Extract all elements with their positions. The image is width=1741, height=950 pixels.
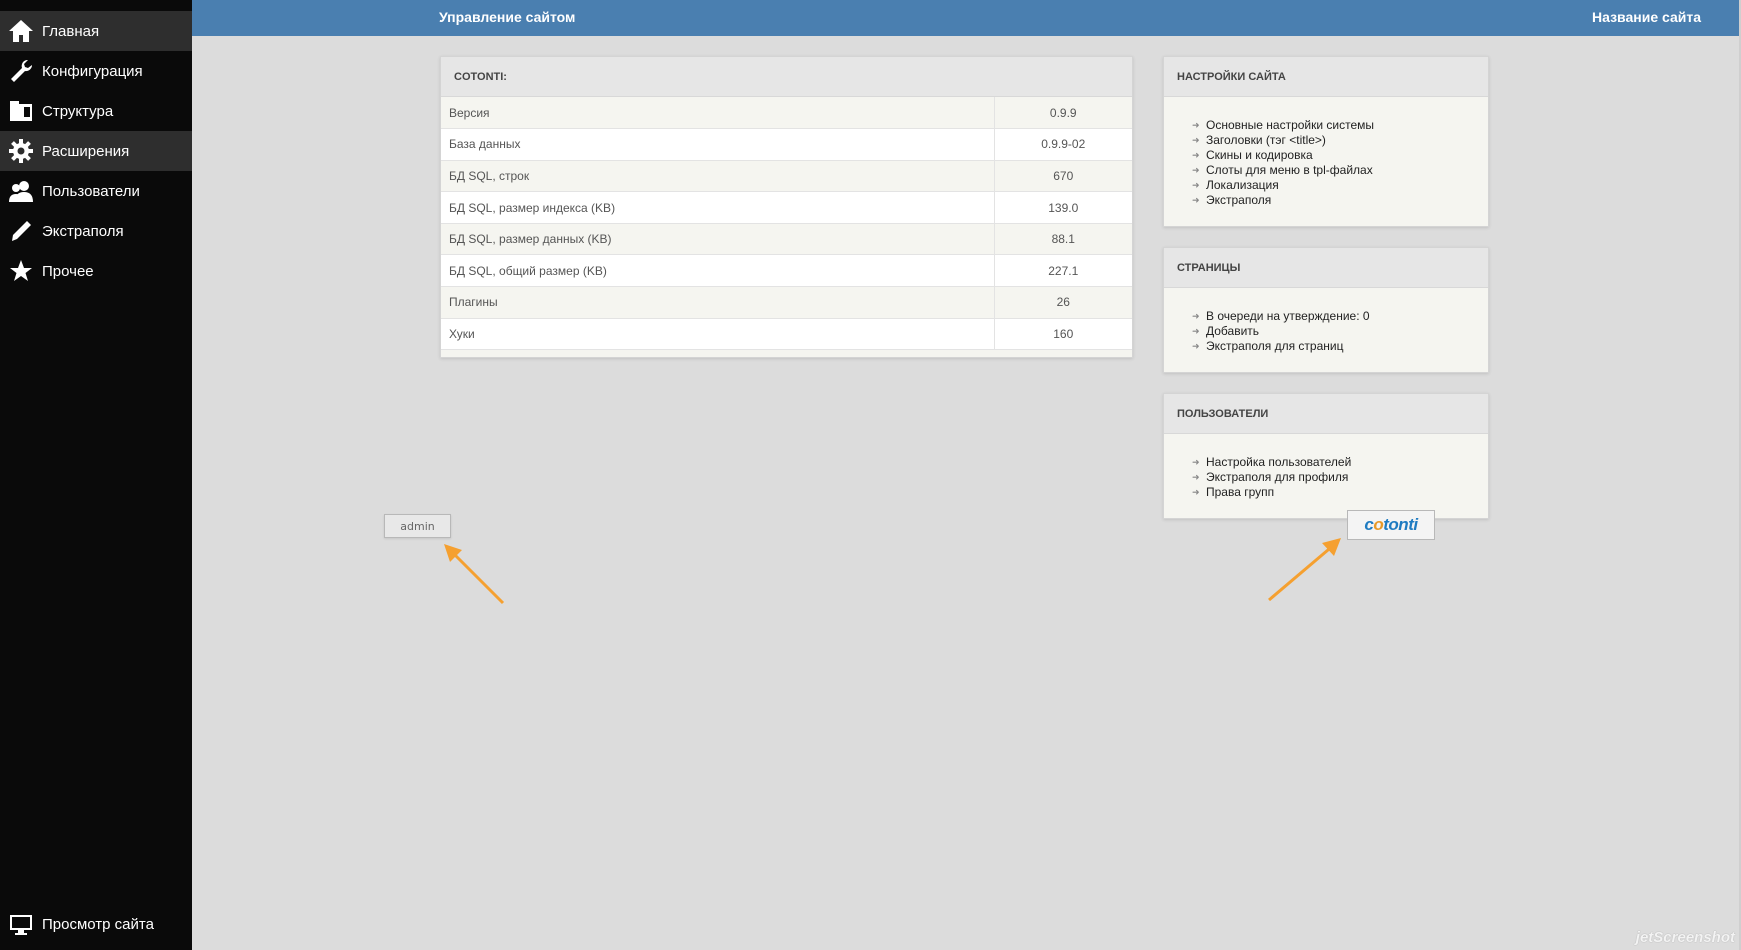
annotation-arrow-logo (1268, 538, 1341, 602)
users-links: ➜ Настройка пользователей ➜ Экстраполя для… (1164, 434, 1488, 500)
row-value: 139.0 (993, 191, 1132, 224)
arrow-right-icon: ➜ (1192, 165, 1200, 175)
info-table: Версия 0.9.9 База данных 0.9.9-02 БД SQL, … (441, 97, 1132, 351)
sidebar-item-label: Главная (42, 22, 100, 40)
watermark: jetScreenshot (1635, 929, 1735, 946)
table-row: БД SQL, размер индекса (KB) 139.0 (441, 191, 1132, 224)
row-value: 227.1 (993, 254, 1132, 288)
header-bar: Управление сайтом Название сайта (192, 0, 1741, 36)
sidebar-item-view-site[interactable]: Просмотр сайта (0, 904, 192, 944)
pages-panel: СТРАНИЦЫ ➜ В очереди на утверждение: 0 ➜ Д… (1163, 247, 1489, 373)
link-skins[interactable]: ➜ Скины и кодировка (1192, 148, 1488, 163)
row-label: БД SQL, размер индекса (KB) (441, 191, 994, 224)
table-row: Версия 0.9.9 (441, 97, 1132, 130)
link-main-settings[interactable]: ➜ Основные настройки системы (1192, 118, 1488, 133)
star-icon (0, 251, 42, 291)
admin-button[interactable]: admin (384, 514, 451, 538)
sidebar: Главная Конфигурация Структура Расширени… (0, 0, 192, 950)
arrow-right-icon: ➜ (1192, 311, 1200, 321)
page-title: Управление сайтом (439, 9, 576, 25)
arrow-right-icon: ➜ (1192, 341, 1200, 351)
table-row: База данных 0.9.9-02 (441, 128, 1132, 161)
cotonti-logo[interactable]: c o tonti (1347, 510, 1435, 540)
arrow-right-icon: ➜ (1192, 180, 1200, 190)
link-localization[interactable]: ➜ Локализация (1192, 178, 1488, 193)
sidebar-item-label: Структура (42, 102, 114, 120)
panel-title: ПОЛЬЗОВАТЕЛИ (1164, 394, 1488, 434)
panel-title: СТРАНИЦЫ (1164, 248, 1488, 288)
users-icon (0, 171, 42, 211)
row-label: База данных (441, 128, 994, 161)
row-value: 0.9.9-02 (993, 128, 1132, 161)
gear-icon (0, 131, 42, 171)
site-settings-panel: НАСТРОЙКИ САЙТА ➜ Основные настройки сист… (1163, 56, 1489, 227)
link-titles[interactable]: ➜ Заголовки (тэг <title>) (1192, 133, 1488, 148)
row-label: БД SQL, общий размер (KB) (441, 254, 994, 288)
table-row: БД SQL, размер данных (KB) 88.1 (441, 223, 1132, 256)
link-user-settings[interactable]: ➜ Настройка пользователей (1192, 455, 1488, 470)
table-row: Хуки 160 (441, 318, 1132, 351)
pencil-icon (0, 211, 42, 251)
link-group-rights[interactable]: ➜ Права групп (1192, 485, 1488, 500)
settings-links: ➜ Основные настройки системы ➜ Заголовки (… (1164, 97, 1488, 208)
table-row: БД SQL, общий размер (KB) 227.1 (441, 254, 1132, 288)
pages-links: ➜ В очереди на утверждение: 0 ➜ Добавить ➜… (1164, 288, 1488, 354)
arrow-right-icon: ➜ (1192, 195, 1200, 205)
link-add-page[interactable]: ➜ Добавить (1192, 324, 1488, 339)
row-label: Версия (441, 97, 994, 130)
row-value: 670 (993, 160, 1132, 193)
link-profile-extrafields[interactable]: ➜ Экстраполя для профиля (1192, 470, 1488, 485)
link-menu-slots[interactable]: ➜ Слоты для меню в tpl-файлах (1192, 163, 1488, 178)
monitor-icon (0, 904, 42, 944)
arrow-right-icon: ➜ (1192, 150, 1200, 160)
sidebar-item-config[interactable]: Конфигурация (0, 51, 192, 91)
table-row: БД SQL, строк 670 (441, 160, 1132, 193)
cotonti-info-panel: COTONTI: Версия 0.9.9 База данных 0.9.9-02… (440, 56, 1133, 358)
sidebar-item-extrafields[interactable]: Экстраполя (0, 211, 192, 251)
link-page-extrafields[interactable]: ➜ Экстраполя для страниц (1192, 339, 1488, 354)
arrow-right-icon: ➜ (1192, 135, 1200, 145)
sidebar-item-label: Просмотр сайта (42, 915, 154, 933)
sidebar-item-label: Конфигурация (42, 62, 143, 80)
table-row: Плагины 26 (441, 286, 1132, 319)
link-extrafields[interactable]: ➜ Экстраполя (1192, 193, 1488, 208)
row-label: БД SQL, размер данных (KB) (441, 223, 994, 256)
sidebar-item-label: Расширения (42, 142, 130, 160)
arrow-right-icon: ➜ (1192, 487, 1200, 497)
folder-icon (0, 91, 42, 131)
arrow-right-icon: ➜ (1192, 120, 1200, 130)
row-value: 88.1 (993, 223, 1132, 256)
row-label: Хуки (441, 318, 994, 351)
row-value: 26 (993, 286, 1132, 319)
arrow-right-icon: ➜ (1192, 472, 1200, 482)
row-label: БД SQL, строк (441, 160, 994, 193)
sidebar-item-users[interactable]: Пользователи (0, 171, 192, 211)
users-panel: ПОЛЬЗОВАТЕЛИ ➜ Настройка пользователей ➜ Э… (1163, 393, 1489, 519)
sidebar-item-structure[interactable]: Структура (0, 91, 192, 131)
panel-title: НАСТРОЙКИ САЙТА (1164, 57, 1488, 97)
sidebar-item-extensions[interactable]: Расширения (0, 131, 192, 171)
arrow-right-icon: ➜ (1192, 457, 1200, 467)
sidebar-item-other[interactable]: Прочее (0, 251, 192, 291)
panel-title: COTONTI: (441, 57, 1132, 97)
sidebar-item-label: Экстраполя (42, 222, 124, 240)
arrow-right-icon: ➜ (1192, 326, 1200, 336)
sidebar-item-label: Прочее (42, 262, 94, 280)
home-icon (0, 11, 42, 51)
row-value: 160 (993, 318, 1132, 351)
sidebar-item-label: Пользователи (42, 182, 140, 200)
wrench-icon (0, 51, 42, 91)
row-label: Плагины (441, 286, 994, 319)
site-name[interactable]: Название сайта (1592, 9, 1701, 25)
sidebar-item-home[interactable]: Главная (0, 11, 192, 51)
annotation-arrow-admin (444, 544, 505, 605)
link-queue[interactable]: ➜ В очереди на утверждение: 0 (1192, 309, 1488, 324)
row-value: 0.9.9 (993, 97, 1132, 130)
